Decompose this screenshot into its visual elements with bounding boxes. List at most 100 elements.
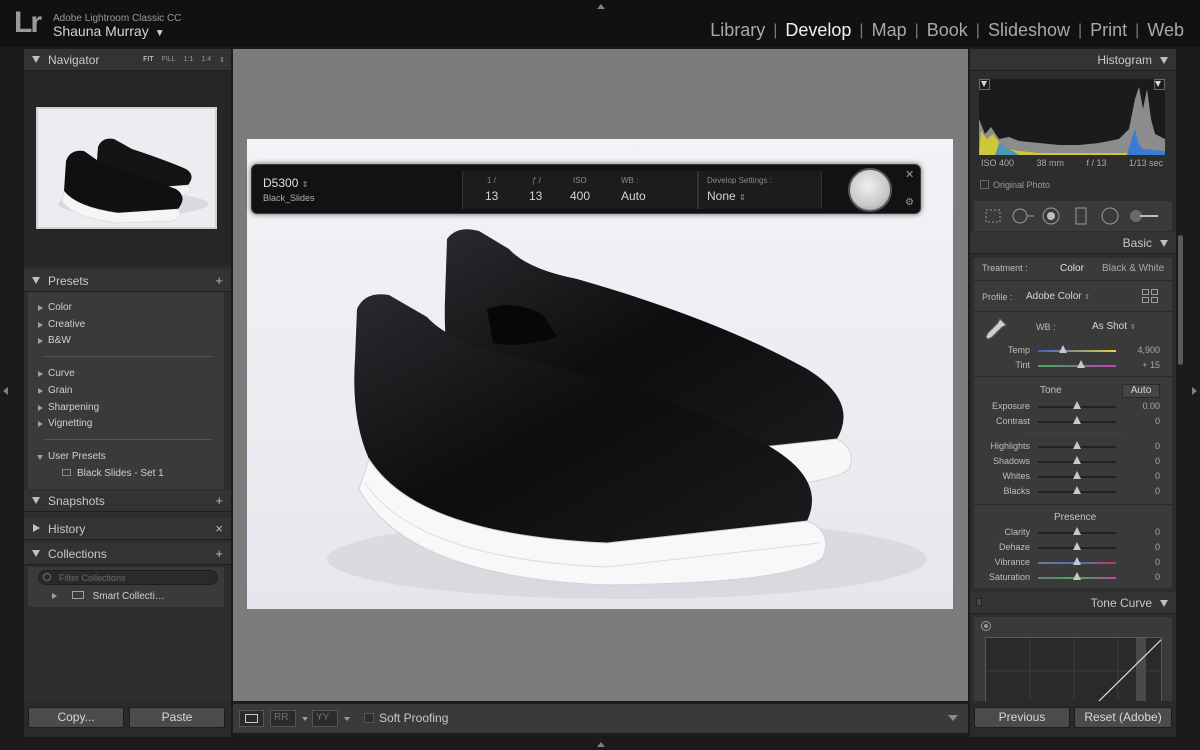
tone-curve-graph[interactable] — [985, 637, 1162, 703]
preset-folder[interactable]: Color — [38, 302, 72, 313]
clarity-value[interactable]: 0 — [1120, 527, 1160, 537]
hud-camera-select[interactable]: D5300 ⇕ — [263, 176, 308, 190]
preset-folder[interactable]: Creative — [38, 319, 85, 330]
temp-slider[interactable] — [1038, 350, 1116, 352]
add-collection-icon[interactable]: + — [215, 546, 223, 561]
original-photo-toggle[interactable]: Original Photo — [980, 180, 1050, 190]
original-photo-checkbox[interactable] — [980, 180, 989, 189]
wb-select[interactable]: As Shot ⇕ — [1092, 321, 1136, 332]
filter-collections-input[interactable] — [38, 570, 218, 585]
navigator-thumbnail[interactable] — [36, 107, 217, 229]
whites-value[interactable]: 0 — [1120, 471, 1160, 481]
preset-folder[interactable]: Sharpening — [38, 402, 99, 413]
soft-proofing-checkbox[interactable] — [364, 713, 374, 723]
tone-curve-header[interactable]: Tone Curve — [970, 592, 1176, 614]
treatment-color-option[interactable]: Color — [1060, 263, 1084, 274]
chevron-down-icon[interactable] — [344, 717, 350, 721]
before-after-lr-button[interactable]: RR — [270, 710, 296, 727]
close-icon[interactable]: ✕ — [905, 168, 914, 181]
histogram[interactable] — [979, 79, 1165, 155]
exposure-value[interactable]: 0.00 — [1120, 401, 1160, 411]
left-panel-toggle-icon[interactable] — [3, 387, 8, 395]
contrast-slider-thumb[interactable] — [1073, 416, 1081, 424]
clarity-label: Clarity — [1004, 527, 1030, 537]
presets-header[interactable]: Presets + — [24, 270, 231, 292]
zoom-1-1[interactable]: 1:1 — [184, 56, 194, 64]
module-library[interactable]: Library — [702, 20, 773, 41]
preset-folder-user[interactable]: User Presets — [37, 451, 106, 462]
clarity-slider-thumb[interactable] — [1073, 527, 1081, 535]
copy-settings-button[interactable]: Copy... — [28, 707, 124, 728]
eyedropper-icon[interactable] — [982, 315, 1010, 343]
vibrance-value[interactable]: 0 — [1120, 557, 1160, 567]
module-slideshow[interactable]: Slideshow — [980, 20, 1078, 41]
histogram-header[interactable]: Histogram — [970, 49, 1176, 71]
preset-folder[interactable]: B&W — [38, 335, 71, 346]
treatment-bw-option[interactable]: Black & White — [1102, 263, 1164, 274]
preset-item[interactable]: Black Slides - Set 1 — [62, 468, 164, 479]
loupe-view-button[interactable] — [239, 710, 264, 727]
hud-wb-value[interactable]: Auto — [621, 189, 646, 203]
whites-label: Whites — [1002, 471, 1030, 481]
module-book[interactable]: Book — [919, 20, 976, 41]
smart-collection-item[interactable]: Smart Collecti… — [52, 591, 165, 602]
auto-tone-button[interactable]: Auto — [1122, 384, 1160, 398]
panel-switch-icon[interactable] — [976, 598, 982, 606]
shadows-slider-thumb[interactable] — [1073, 456, 1081, 464]
paste-settings-button[interactable]: Paste — [129, 707, 225, 728]
collapse-triangle-icon — [1160, 240, 1168, 247]
right-panel-scrollbar[interactable] — [1178, 235, 1183, 365]
history-header[interactable]: History × — [24, 518, 231, 540]
snapshots-header[interactable]: Snapshots + — [24, 490, 231, 512]
bottom-panel-toggle-icon[interactable] — [597, 742, 605, 747]
highlights-slider-thumb[interactable] — [1073, 441, 1081, 449]
module-develop[interactable]: Develop — [777, 20, 859, 41]
zoom-1-4[interactable]: 1:4 — [201, 56, 211, 64]
vibrance-slider-thumb[interactable] — [1073, 557, 1081, 565]
identity-plate[interactable]: Shauna Murray ▼ — [53, 23, 165, 39]
module-map[interactable]: Map — [864, 20, 915, 41]
tint-value[interactable]: + 15 — [1120, 360, 1160, 370]
blacks-value[interactable]: 0 — [1120, 486, 1160, 496]
hud-develop-select[interactable]: None ⇕ — [707, 189, 746, 203]
toolbar-menu-icon[interactable] — [946, 712, 960, 724]
target-adjustment-icon[interactable] — [981, 621, 991, 631]
highlights-value[interactable]: 0 — [1120, 441, 1160, 451]
gear-icon[interactable]: ⚙ — [905, 197, 914, 208]
add-preset-icon[interactable]: + — [215, 273, 223, 288]
basic-header[interactable]: Basic — [970, 232, 1176, 254]
module-print[interactable]: Print — [1082, 20, 1135, 41]
contrast-value[interactable]: 0 — [1120, 416, 1160, 426]
saturation-slider-thumb[interactable] — [1073, 572, 1081, 580]
module-web[interactable]: Web — [1139, 20, 1192, 41]
exposure-slider-thumb[interactable] — [1073, 401, 1081, 409]
capture-shutter-button[interactable] — [848, 168, 892, 212]
reset-button[interactable]: Reset (Adobe) — [1074, 707, 1172, 728]
before-after-tb-button[interactable]: YY — [312, 710, 338, 727]
dehaze-slider-thumb[interactable] — [1073, 542, 1081, 550]
add-snapshot-icon[interactable]: + — [215, 493, 223, 508]
tint-slider-thumb[interactable] — [1076, 360, 1085, 368]
top-panel-toggle-icon[interactable] — [597, 4, 605, 9]
right-panel-toggle-icon[interactable] — [1192, 387, 1197, 395]
preset-folder[interactable]: Vignetting — [38, 418, 92, 429]
zoom-stepper-icon[interactable]: ⇕ — [219, 56, 225, 64]
profile-browser-icon[interactable] — [1142, 289, 1158, 303]
whites-slider-thumb[interactable] — [1073, 471, 1081, 479]
zoom-fit[interactable]: FIT — [143, 56, 154, 64]
clear-history-icon[interactable]: × — [215, 521, 223, 536]
temp-slider-thumb[interactable] — [1058, 345, 1067, 353]
navigator-header[interactable]: Navigator FIT FILL 1:1 1:4 ⇕ — [24, 49, 231, 71]
shadows-value[interactable]: 0 — [1120, 456, 1160, 466]
chevron-down-icon[interactable] — [302, 717, 308, 721]
dehaze-value[interactable]: 0 — [1120, 542, 1160, 552]
previous-settings-button[interactable]: Previous — [974, 707, 1070, 728]
zoom-fill[interactable]: FILL — [162, 56, 176, 64]
collections-header[interactable]: Collections + — [24, 543, 231, 565]
saturation-value[interactable]: 0 — [1120, 572, 1160, 582]
blacks-slider-thumb[interactable] — [1073, 486, 1081, 494]
preset-folder[interactable]: Grain — [38, 385, 72, 396]
profile-select[interactable]: Adobe Color ⇕ — [1026, 291, 1090, 302]
temp-value[interactable]: 4,900 — [1120, 345, 1160, 355]
preset-folder[interactable]: Curve — [38, 368, 75, 379]
